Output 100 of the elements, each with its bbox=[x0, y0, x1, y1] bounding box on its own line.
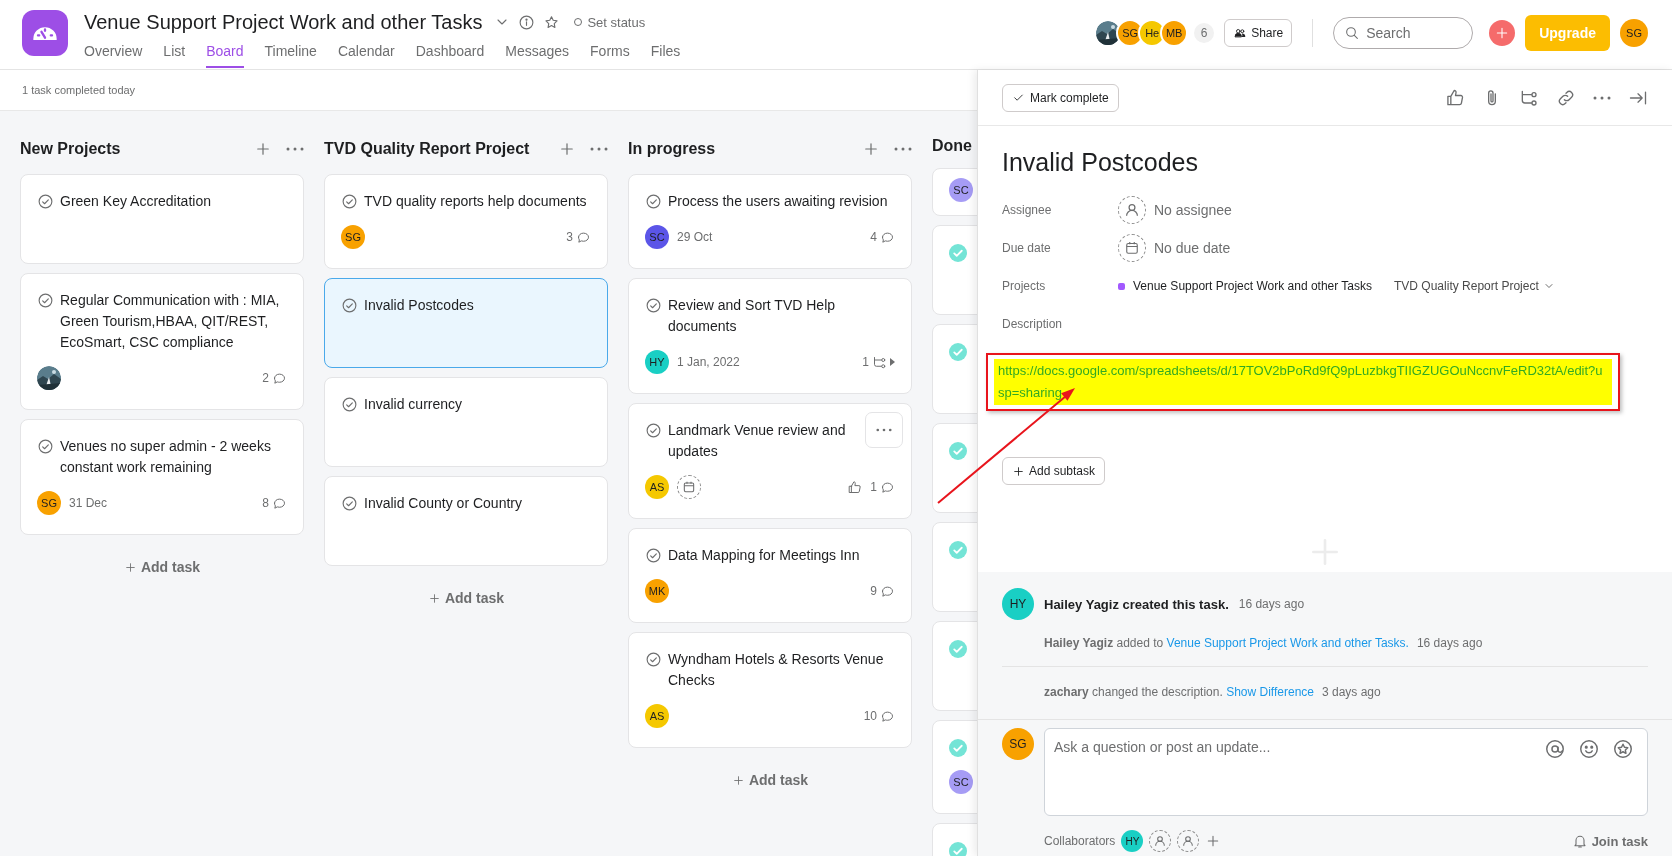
due-date: 1 Jan, 2022 bbox=[677, 355, 740, 369]
add-button[interactable] bbox=[1489, 20, 1516, 46]
task-card[interactable]: Invalid County or Country bbox=[324, 476, 608, 566]
assignee-value[interactable]: No assignee bbox=[1154, 202, 1232, 218]
task-card[interactable]: Data Mapping for Meetings Inn MK 9 bbox=[628, 528, 912, 623]
completed-check-icon[interactable] bbox=[949, 739, 967, 757]
comment-count: 8 bbox=[262, 496, 269, 510]
task-card[interactable]: Review and Sort TVD Help documents HY 1 Jan, 2022 1 bbox=[628, 278, 912, 394]
more-icon bbox=[876, 428, 892, 432]
nav-tab[interactable]: Dashboard bbox=[415, 43, 485, 68]
assignee-avatar: AS bbox=[645, 704, 669, 728]
completed-check-icon[interactable] bbox=[949, 442, 967, 460]
add-task-button[interactable]: Add task bbox=[421, 589, 511, 607]
nav-tab[interactable]: Files bbox=[650, 43, 681, 68]
comment-icon bbox=[576, 229, 591, 245]
check-icon[interactable] bbox=[645, 651, 662, 668]
completed-check-icon[interactable] bbox=[949, 343, 967, 361]
task-title[interactable]: Invalid Postcodes bbox=[1002, 140, 1648, 185]
field-label: Assignee bbox=[1002, 203, 1053, 217]
nav-tab[interactable]: Messages bbox=[505, 43, 570, 68]
description-link[interactable]: https://docs.google.com/spreadsheets/d/17TOV2bPoRd9fQ9pLuzbkgTIIGZUGOuNccnvFeRD32tA/edit?usp=sharing bbox=[994, 359, 1612, 405]
task-card[interactable]: Green Key Accreditation bbox=[20, 174, 304, 264]
check-icon[interactable] bbox=[645, 297, 662, 314]
completed-check-icon[interactable] bbox=[949, 640, 967, 658]
activity-text: zachary changed the description. Show Difference bbox=[1044, 685, 1314, 699]
task-card[interactable]: Landmark Venue review and updates AS 1 bbox=[628, 403, 912, 519]
activity-link[interactable]: Show Difference bbox=[1226, 685, 1314, 699]
add-task-button[interactable]: Add task bbox=[117, 558, 207, 576]
check-icon[interactable] bbox=[645, 193, 662, 210]
due-date-value[interactable]: No due date bbox=[1154, 240, 1231, 256]
completed-check-icon[interactable] bbox=[949, 541, 967, 559]
activity-link[interactable]: Venue Support Project Work and other Tasks. bbox=[1166, 636, 1409, 650]
nav-tab[interactable]: Timeline bbox=[264, 43, 317, 68]
task-card[interactable]: Process the users awaiting revision SC 29 Oct 4 bbox=[628, 174, 912, 269]
task-title: Landmark Venue review and updates bbox=[668, 421, 847, 461]
check-icon bbox=[1012, 91, 1025, 104]
add-task-button[interactable]: Add task bbox=[725, 771, 815, 789]
mark-complete-button[interactable]: Mark complete bbox=[1002, 83, 1119, 112]
completed-check-icon[interactable] bbox=[949, 244, 967, 262]
task-card[interactable]: TVD quality reports help documents SG 3 bbox=[324, 174, 608, 269]
check-icon[interactable] bbox=[341, 396, 358, 413]
more-icon[interactable] bbox=[286, 147, 304, 151]
activity-text: Hailey Yagiz added to Venue Support Project Work and other Tasks. bbox=[1044, 636, 1409, 650]
set-status[interactable]: Set status bbox=[587, 14, 646, 30]
add-subtask-button[interactable]: Add subtask bbox=[1002, 457, 1106, 485]
bell-icon bbox=[1571, 833, 1588, 849]
nav-tab[interactable]: Overview bbox=[84, 43, 143, 68]
comment-icon bbox=[272, 495, 287, 511]
column-title: TVD Quality Report Project bbox=[324, 140, 530, 158]
share-button[interactable]: Share bbox=[1224, 19, 1293, 47]
check-icon[interactable] bbox=[341, 495, 358, 512]
project-icon[interactable] bbox=[22, 10, 68, 56]
nav-tab[interactable]: List bbox=[163, 43, 186, 68]
task-card[interactable]: Wyndham Hotels & Resorts Venue Checks AS 10 bbox=[628, 632, 912, 748]
check-icon[interactable] bbox=[341, 297, 358, 314]
member-count[interactable]: 6 bbox=[1194, 23, 1215, 43]
section-name[interactable]: TVD Quality Report Project bbox=[1394, 279, 1539, 293]
comment-count: 9 bbox=[870, 584, 877, 598]
check-icon[interactable] bbox=[37, 438, 54, 455]
check-icon[interactable] bbox=[37, 193, 54, 210]
check-icon[interactable] bbox=[645, 547, 662, 564]
more-icon[interactable] bbox=[894, 147, 912, 151]
check-icon[interactable] bbox=[341, 193, 358, 210]
task-card[interactable]: Invalid currency bbox=[324, 377, 608, 467]
info-icon[interactable] bbox=[518, 13, 536, 31]
assignee-avatar: SG bbox=[37, 491, 61, 515]
task-card[interactable]: SC bbox=[932, 168, 977, 216]
mention-icon[interactable] bbox=[1544, 738, 1566, 760]
user-avatar: HY bbox=[1002, 588, 1034, 620]
assignee-avatar: MK bbox=[645, 579, 669, 603]
task-title: Invalid County or Country bbox=[364, 494, 522, 513]
task-card[interactable]: Venues no super admin - 2 weeks constant work remaining SG 31 Dec 8 bbox=[20, 419, 304, 535]
task-title: Invalid currency bbox=[364, 395, 463, 414]
more-icon[interactable] bbox=[1593, 95, 1611, 100]
join-task-button[interactable]: Join task bbox=[1571, 833, 1648, 849]
comment-count: 1 bbox=[870, 480, 877, 494]
search-field[interactable]: Search bbox=[1333, 17, 1474, 49]
emoji-icon[interactable] bbox=[1578, 738, 1600, 760]
task-card[interactable]: SC bbox=[932, 720, 977, 814]
more-icon[interactable] bbox=[590, 147, 608, 151]
comment-field[interactable]: Ask a question or post an update... bbox=[1044, 728, 1648, 816]
project-name[interactable]: Venue Support Project Work and other Tasks bbox=[1133, 279, 1373, 293]
nav-tab[interactable]: Calendar bbox=[337, 43, 395, 68]
column-title: Done bbox=[932, 137, 972, 155]
activity-time: 3 days ago bbox=[1322, 685, 1381, 699]
completed-check-icon[interactable] bbox=[949, 842, 967, 856]
task-title: Regular Communication with : MIA, Green Tourism,HBAA, QIT/REST, EcoSmart, CSC compliance bbox=[60, 291, 281, 352]
assignee-avatar: SC bbox=[949, 178, 973, 202]
nav-tab[interactable]: Forms bbox=[590, 43, 630, 68]
comment-icon bbox=[880, 708, 895, 724]
comment-count: 2 bbox=[262, 371, 269, 385]
star-icon[interactable] bbox=[543, 13, 561, 31]
task-title: Review and Sort TVD Help documents bbox=[668, 296, 837, 336]
expand-icon[interactable] bbox=[890, 358, 895, 366]
nav-tab[interactable]: Board bbox=[206, 43, 244, 68]
check-icon[interactable] bbox=[645, 422, 662, 439]
thumbs-up-icon[interactable] bbox=[1445, 87, 1465, 108]
task-card[interactable]: Regular Communication with : MIA, Green Tourism,HBAA, QIT/REST, EcoSmart, CSC compliance 2 bbox=[20, 273, 304, 410]
task-card[interactable]: Invalid Postcodes bbox=[324, 278, 608, 368]
check-icon[interactable] bbox=[37, 292, 54, 309]
